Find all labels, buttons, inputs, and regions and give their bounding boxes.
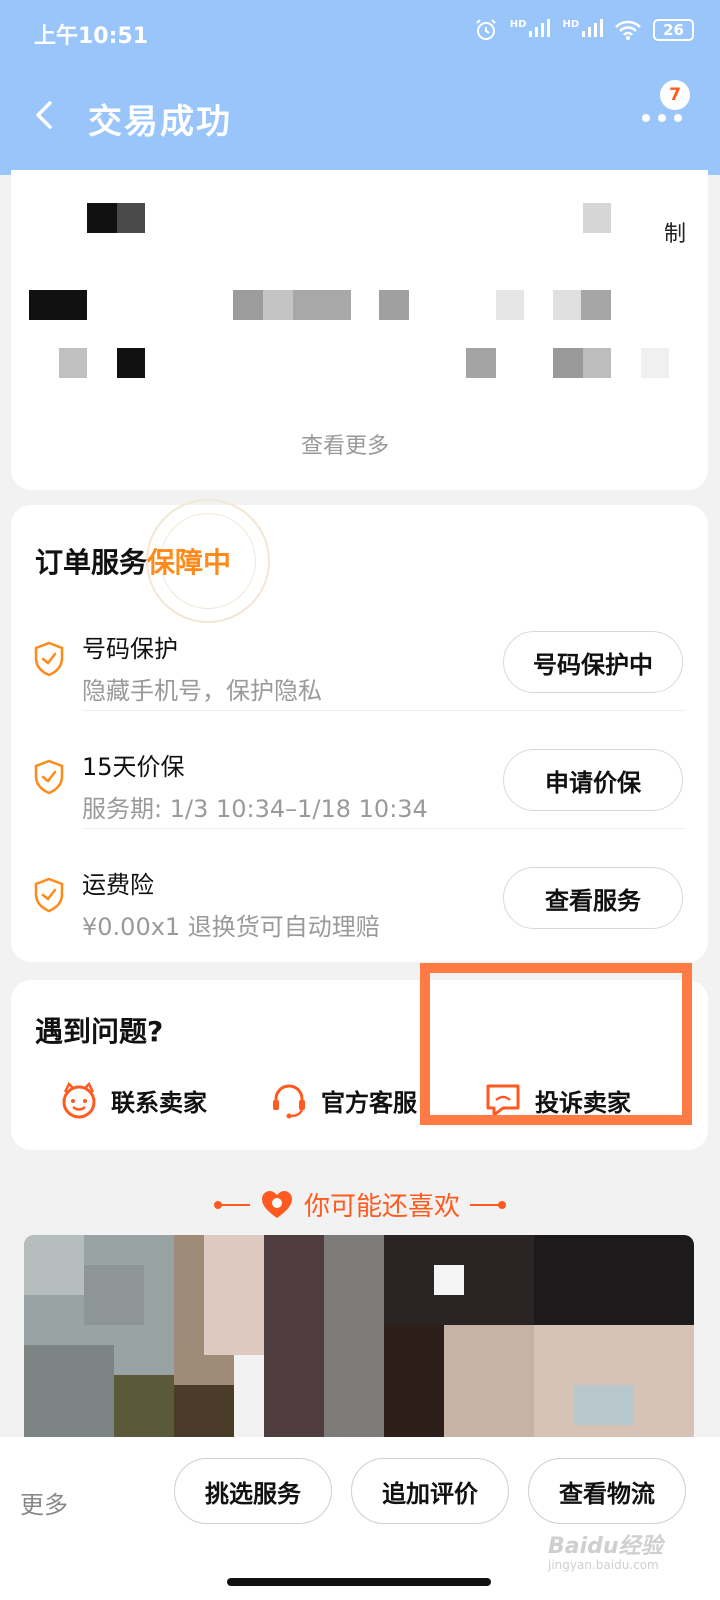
view-service-button[interactable]: 查看服务 [503,867,683,929]
select-service-button[interactable]: 挑选服务 [174,1458,332,1524]
more-button[interactable]: 更多 [20,1485,68,1520]
recommend-title: 你可能还喜欢 [303,1192,460,1222]
status-time: 上午10:51 [34,24,149,49]
complaint-chat-icon [486,1084,520,1117]
more-menu-button[interactable]: 7 [640,80,690,132]
headset-icon [273,1084,305,1119]
status-icons: HD HD 26 [474,18,694,42]
more-dots-icon [642,114,682,122]
decor-line-left [213,1200,250,1209]
signal-icon-2: HD [562,18,604,42]
signal-icon: HD [510,18,551,42]
chevron-left-icon [36,101,52,129]
service-name: 15天价保 [82,753,185,781]
complain-seller-button[interactable]: 投诉卖家 [483,1076,631,1124]
order-info-card: 制 查看更多 [11,170,708,490]
smile-face-icon [62,1081,96,1119]
watermark-url: jingyan.baidu.com [548,1558,659,1572]
shield-check-icon [34,641,64,677]
problem-card: 遇到问题? 联系卖家 官方客服 投诉卖家 [11,980,708,1150]
app-header: 上午10:51 HD HD 26 交易成功 7 [0,0,720,175]
see-more-link[interactable]: 查看更多 [301,428,389,460]
page-title: 交易成功 [88,102,232,142]
view-logistics-button[interactable]: 查看物流 [528,1458,686,1524]
recommend-header: 你可能还喜欢 [0,1186,720,1223]
number-protection-button[interactable]: 号码保护中 [503,631,683,693]
add-review-button[interactable]: 追加评价 [351,1458,509,1524]
watermark-logo: Baidu经验 [548,1534,663,1559]
service-title: 订单服务保障中 [35,546,232,579]
shield-check-icon [34,759,64,795]
alarm-icon [476,19,496,40]
divider [82,710,686,711]
mosaic-image [24,1235,694,1460]
recommend-product-image[interactable] [24,1235,694,1460]
service-name: 运费险 [82,871,154,899]
complain-seller-label: 投诉卖家 [535,1088,631,1117]
service-row-shipping-insurance: 运费险 ¥0.00x1 退换货可自动理赔 查看服务 [11,853,708,971]
service-row-price-protection: 15天价保 服务期: 1/3 10:34–1/18 10:34 申请价保 [11,735,708,853]
contact-seller-button[interactable]: 联系卖家 [59,1076,207,1124]
service-name: 号码保护 [82,635,178,663]
service-desc: ¥0.00x1 退换货可自动理赔 [82,913,380,941]
home-indicator[interactable] [227,1578,491,1586]
shield-check-icon [34,877,64,913]
service-status: 保障中 [147,546,232,579]
official-support-button[interactable]: 官方客服 [269,1076,417,1124]
wifi-icon [615,20,642,40]
notification-badge: 7 [660,80,690,110]
heart-icon [261,1190,292,1218]
blurred-text-fragment: 制 [663,222,686,247]
back-button[interactable] [22,93,66,137]
bottom-action-bar: 更多 挑选服务 追加评价 查看物流 Baidu经验 jingyan.baidu.… [0,1437,720,1600]
order-service-card: 订单服务保障中 号码保护 隐藏手机号，保护隐私 号码保护中 15天价保 服务期:… [11,499,708,962]
battery-indicator: 26 [653,19,694,41]
problem-title: 遇到问题? [35,1015,164,1048]
divider [82,828,686,829]
service-row-number-protection: 号码保护 隐藏手机号，保护隐私 号码保护中 [11,617,708,735]
official-support-label: 官方客服 [321,1088,417,1117]
contact-seller-label: 联系卖家 [111,1088,207,1117]
apply-price-protection-button[interactable]: 申请价保 [503,749,683,811]
service-desc: 服务期: 1/3 10:34–1/18 10:34 [82,795,428,823]
service-desc: 隐藏手机号，保护隐私 [82,677,322,705]
decor-line-right [470,1200,506,1209]
